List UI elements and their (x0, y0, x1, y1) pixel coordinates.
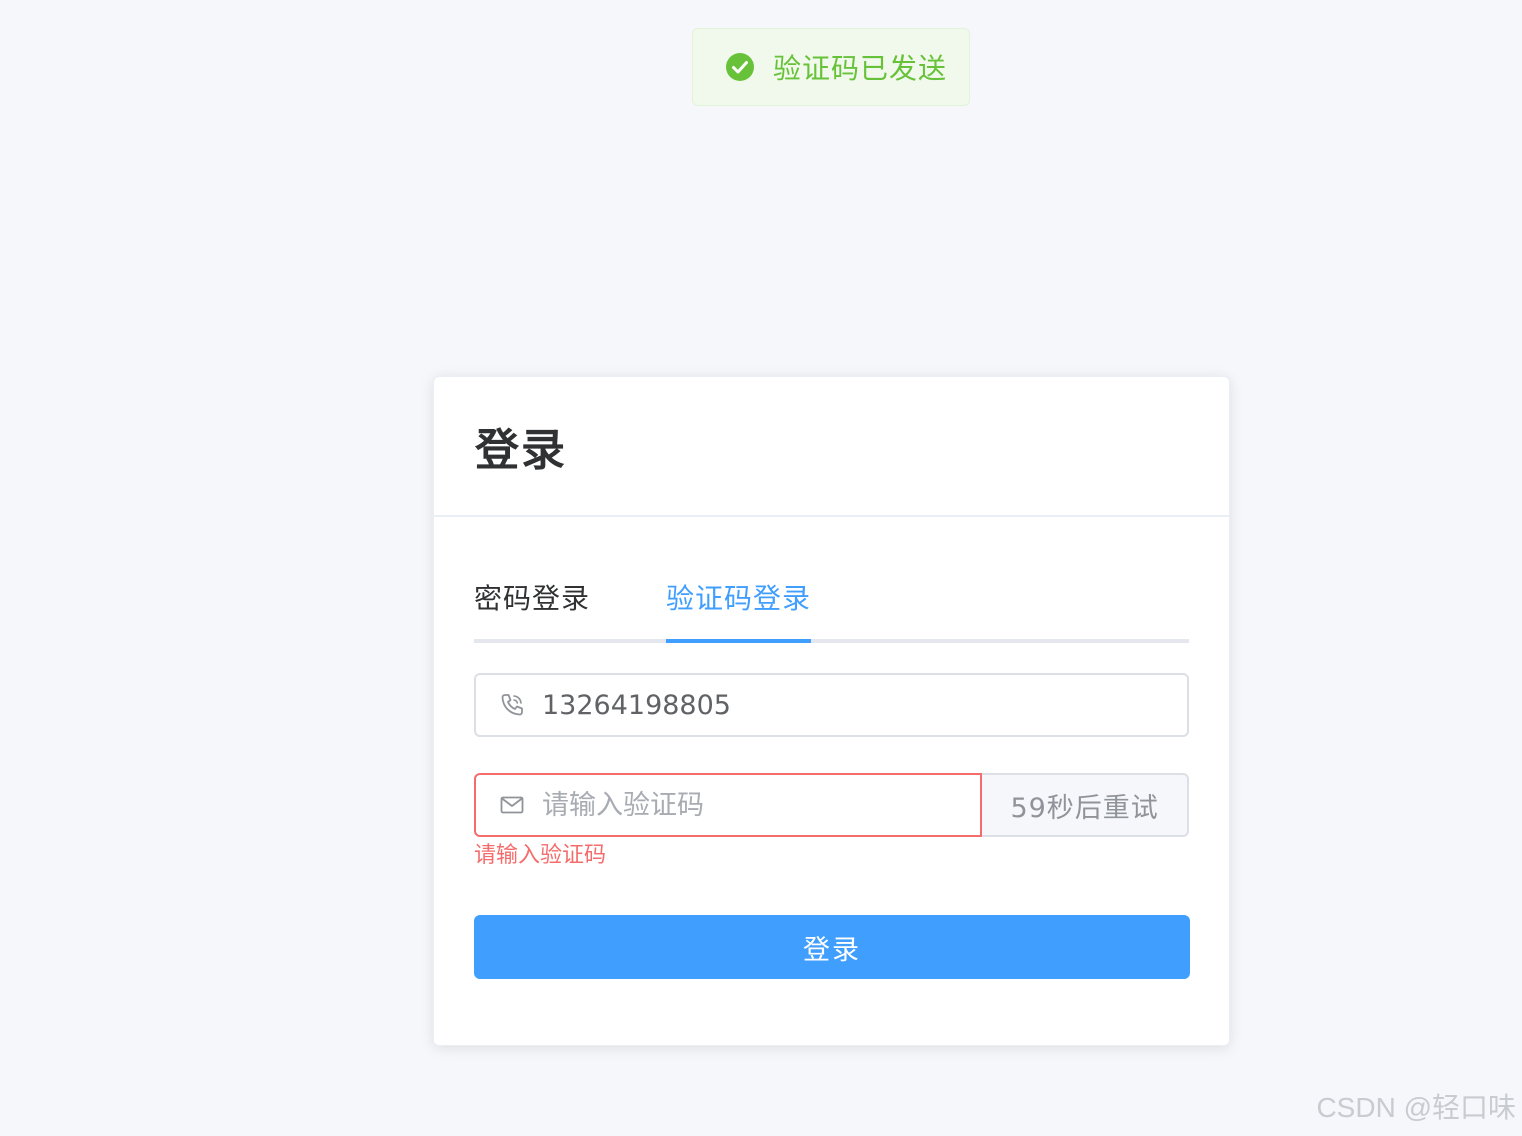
toast-message: 验证码已发送 (773, 52, 948, 85)
mail-icon (498, 791, 526, 819)
resend-code-button[interactable]: 59秒后重试 (982, 773, 1189, 837)
tab-password-login[interactable]: 密码登录 (474, 579, 666, 639)
code-row: 59秒后重试 (474, 773, 1189, 837)
phone-icon (498, 691, 526, 719)
check-circle-icon (725, 52, 755, 82)
tab-code-login[interactable]: 验证码登录 (666, 579, 812, 643)
code-field[interactable] (474, 773, 983, 837)
phone-input[interactable] (542, 689, 1187, 721)
page-title: 登录 (475, 425, 567, 476)
code-input[interactable] (542, 789, 981, 821)
login-card: 登录 密码登录 验证码登录 13264198805 请输入验证码 59秒后重试 … (433, 376, 1230, 1046)
phone-field[interactable] (474, 673, 1189, 737)
login-tabs: 密码登录 验证码登录 (474, 579, 1189, 643)
watermark: CSDN @轻口味 (1316, 1092, 1516, 1123)
login-button[interactable]: 登录 (474, 915, 1190, 979)
code-error-message: 请输入验证码 (474, 843, 607, 868)
card-header: 登录 (434, 377, 1229, 517)
success-toast: 验证码已发送 (692, 28, 970, 106)
card-body: 密码登录 验证码登录 13264198805 请输入验证码 59秒后重试 请输入… (434, 579, 1229, 979)
